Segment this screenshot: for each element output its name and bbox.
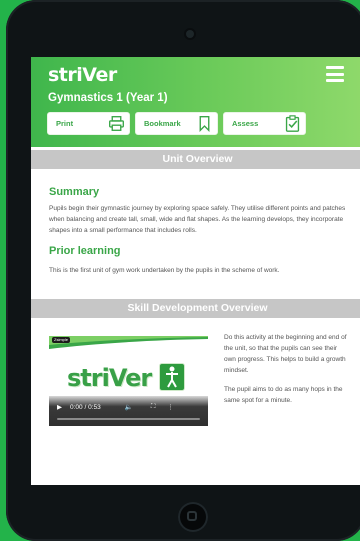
unit-overview-bar: Unit Overview bbox=[31, 150, 360, 169]
app-screen: striVer Gymnastics 1 (Year 1) Print Book… bbox=[31, 57, 360, 485]
hamburger-menu-icon[interactable] bbox=[326, 66, 344, 82]
bookmark-button-label: Bookmark bbox=[144, 119, 181, 128]
home-button[interactable] bbox=[178, 502, 208, 532]
more-options-icon[interactable]: ⋮ bbox=[167, 403, 174, 411]
page-title: Gymnastics 1 (Year 1) bbox=[48, 92, 168, 104]
skill-overview-content: Zsimple striVer ▶ 0:00 / 0:53 🔈 ⛶ ⋮ Do t… bbox=[31, 318, 360, 458]
volume-icon[interactable]: 🔈 bbox=[125, 403, 133, 411]
bookmark-button[interactable]: Bookmark bbox=[135, 112, 218, 135]
skill-overview-bar: Skill Development Overview bbox=[31, 299, 360, 318]
action-bar: Print Bookmark Assess bbox=[47, 112, 306, 135]
printer-icon bbox=[109, 116, 124, 131]
bookmark-icon bbox=[199, 116, 210, 132]
summary-text: Pupils begin their gymnastic journey by … bbox=[49, 205, 346, 234]
header: striVer Gymnastics 1 (Year 1) Print Book… bbox=[31, 57, 360, 147]
assess-button[interactable]: Assess bbox=[223, 112, 306, 135]
video-tag: Zsimple bbox=[52, 337, 71, 343]
assess-button-label: Assess bbox=[232, 119, 259, 128]
activity-description: Do this activity at the beginning and en… bbox=[224, 332, 350, 414]
video-player[interactable]: Zsimple striVer ▶ 0:00 / 0:53 🔈 ⛶ ⋮ bbox=[49, 336, 208, 426]
video-progress-bar[interactable] bbox=[57, 418, 200, 420]
gymnast-icon bbox=[159, 363, 185, 391]
video-controls: ▶ 0:00 / 0:53 🔈 ⛶ ⋮ bbox=[49, 396, 208, 426]
video-striver-logo: striVer bbox=[67, 364, 152, 392]
tablet-frame: striVer Gymnastics 1 (Year 1) Print Book… bbox=[6, 0, 360, 541]
print-button[interactable]: Print bbox=[47, 112, 130, 135]
print-button-label: Print bbox=[56, 119, 74, 128]
summary-heading: Summary bbox=[49, 186, 100, 198]
fullscreen-icon[interactable]: ⛶ bbox=[151, 403, 156, 411]
video-swoosh-graphic bbox=[49, 336, 208, 349]
prior-learning-heading: Prior learning bbox=[49, 245, 121, 257]
unit-overview-content: Summary Pupils begin their gymnastic jou… bbox=[31, 169, 360, 276]
prior-learning-text: This is the first unit of gym work under… bbox=[49, 267, 280, 274]
clipboard-check-icon bbox=[285, 115, 300, 132]
camera-icon bbox=[186, 30, 194, 38]
striver-logo[interactable]: striVer bbox=[48, 64, 117, 86]
play-icon[interactable]: ▶ bbox=[57, 403, 62, 411]
activity-aim-text: The pupil aims to do as many hops in the… bbox=[224, 386, 343, 404]
activity-instruction-text: Do this activity at the beginning and en… bbox=[224, 334, 347, 374]
video-time: 0:00 / 0:53 bbox=[70, 403, 101, 411]
